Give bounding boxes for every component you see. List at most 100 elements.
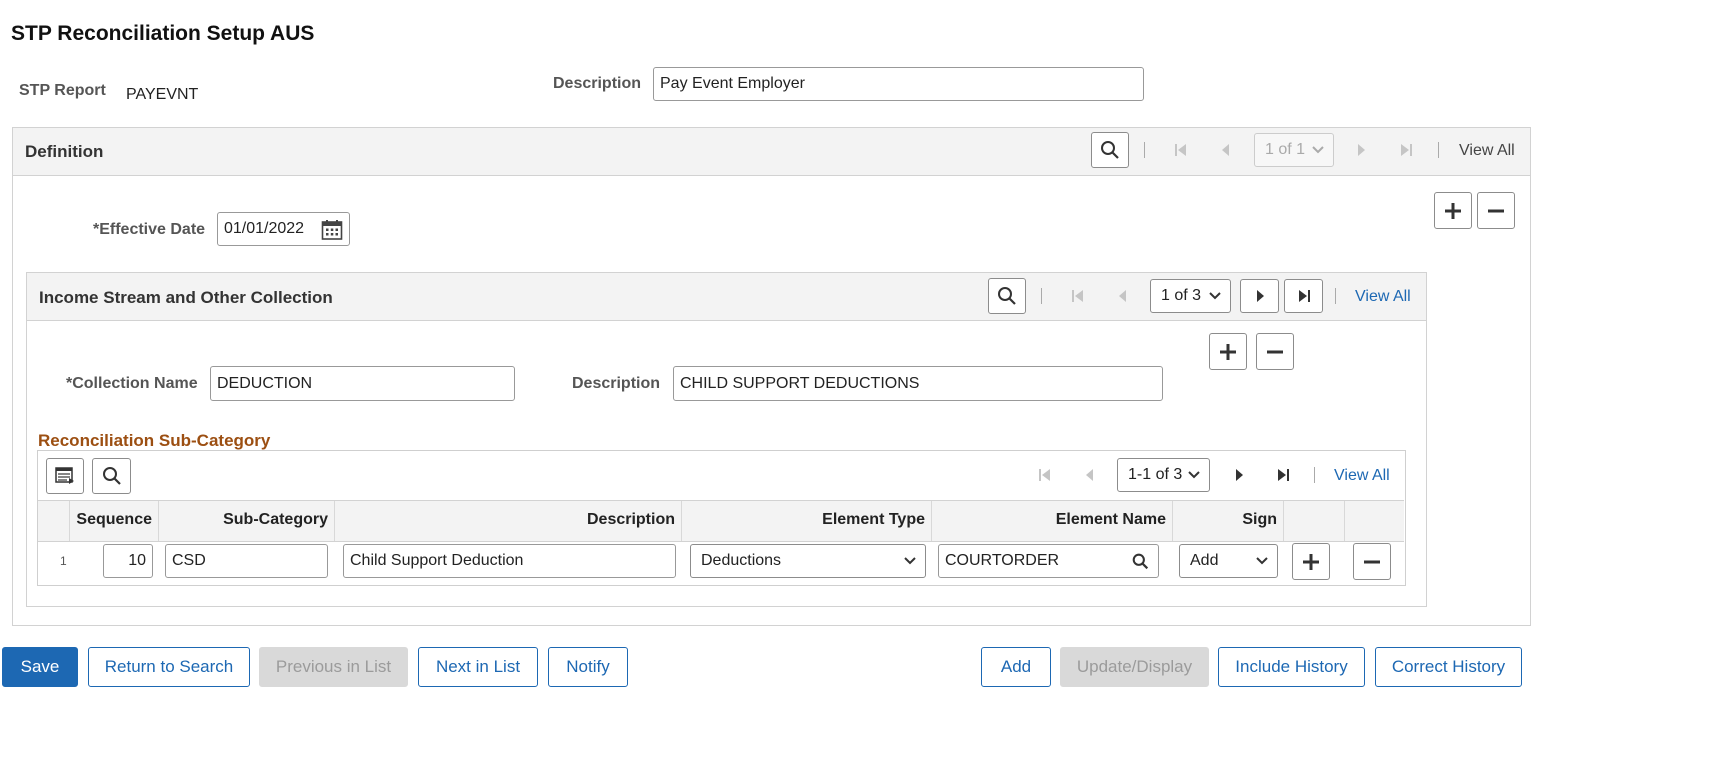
- chevron-down-icon: [1209, 292, 1221, 300]
- calendar-icon[interactable]: [321, 219, 343, 241]
- next-page-icon: [1358, 144, 1365, 156]
- update-display-button[interactable]: Update/Display: [1060, 647, 1209, 687]
- column-header-description: Description: [335, 501, 682, 541]
- row-description-field[interactable]: Child Support Deduction: [343, 544, 676, 578]
- column-header-row-number: [38, 501, 70, 541]
- row-number: 1: [60, 554, 67, 568]
- next-in-list-button[interactable]: Next in List: [418, 647, 538, 687]
- search-icon: [998, 287, 1016, 305]
- divider: [1144, 142, 1145, 158]
- grid-pager-select[interactable]: 1-1 of 3: [1117, 458, 1210, 492]
- previous-page-icon: [1086, 469, 1093, 481]
- collection-name-label: *Collection Name: [66, 375, 198, 392]
- column-header-sequence: Sequence: [70, 501, 159, 541]
- chevron-down-icon: [1188, 471, 1200, 479]
- chevron-down-icon: [1312, 146, 1324, 154]
- collection-description-value: CHILD SUPPORT DEDUCTIONS: [680, 374, 920, 392]
- effective-date-label: *Effective Date: [93, 221, 206, 238]
- last-page-icon[interactable]: [1273, 465, 1293, 485]
- last-page-icon: [1298, 290, 1310, 302]
- table-settings-icon: [55, 467, 74, 484]
- first-page-icon: [1072, 290, 1083, 302]
- previous-page-icon: [1222, 144, 1229, 156]
- collection-next-button[interactable]: [1240, 279, 1279, 313]
- minus-icon: [1364, 560, 1380, 563]
- plus-icon: [1303, 553, 1319, 570]
- sub-category-field[interactable]: CSD: [165, 544, 328, 578]
- page-title: STP Reconciliation Setup AUS: [11, 22, 315, 45]
- lookup-search-icon[interactable]: [1132, 553, 1149, 570]
- grid-add-row-button[interactable]: [1292, 543, 1330, 580]
- column-header-add: [1284, 501, 1345, 541]
- column-header-sign: Sign: [1173, 501, 1284, 541]
- grid-personalize-button[interactable]: [46, 458, 84, 494]
- add-button[interactable]: Add: [981, 647, 1051, 687]
- element-type-value: Deductions: [701, 552, 782, 569]
- effective-date-field[interactable]: 01/01/2022: [217, 212, 350, 246]
- collection-view-all-link[interactable]: View All: [1355, 288, 1411, 306]
- divider: [1335, 288, 1336, 304]
- chevron-down-icon: [904, 557, 916, 565]
- correct-history-button[interactable]: Correct History: [1375, 647, 1522, 687]
- sign-select[interactable]: Add: [1179, 544, 1278, 578]
- row-description-value: Child Support Deduction: [350, 552, 524, 569]
- divider: [1041, 288, 1042, 304]
- element-name-field[interactable]: COURTORDER: [938, 544, 1159, 578]
- column-header-element-name: Element Name: [932, 501, 1173, 541]
- sub-category-value: CSD: [172, 552, 206, 569]
- collection-name-value: DEDUCTION: [217, 374, 313, 392]
- previous-page-icon: [1119, 290, 1126, 302]
- plus-icon: [1220, 343, 1236, 360]
- collection-name-field[interactable]: DEDUCTION: [210, 366, 515, 401]
- plus-icon: [1445, 202, 1461, 219]
- search-icon: [102, 467, 121, 485]
- sign-value: Add: [1190, 552, 1219, 569]
- definition-search-button[interactable]: [1091, 132, 1129, 168]
- notify-button[interactable]: Notify: [548, 647, 628, 687]
- collection-description-label: Description: [572, 375, 661, 392]
- definition-delete-row-button[interactable]: [1477, 192, 1515, 229]
- collection-add-row-button[interactable]: [1209, 333, 1247, 370]
- effective-date-value: 01/01/2022: [224, 220, 305, 237]
- definition-pager-select[interactable]: 1 of 1: [1254, 133, 1334, 167]
- column-header-element-type: Element Type: [682, 501, 932, 541]
- element-name-value: COURTORDER: [945, 552, 1060, 569]
- definition-pager-value: 1 of 1: [1265, 141, 1306, 158]
- sequence-value: 10: [128, 552, 146, 569]
- subcategory-title: Reconciliation Sub-Category: [38, 431, 271, 450]
- description-field[interactable]: Pay Event Employer: [653, 67, 1144, 101]
- divider: [1438, 142, 1439, 158]
- stp-report-label: STP Report: [19, 82, 106, 99]
- column-header-delete: [1345, 501, 1404, 541]
- definition-add-row-button[interactable]: [1434, 192, 1472, 229]
- element-type-select[interactable]: Deductions: [690, 544, 926, 578]
- grid-view-all-link[interactable]: View All: [1334, 467, 1390, 485]
- chevron-down-icon: [1256, 557, 1268, 565]
- minus-icon: [1488, 209, 1504, 212]
- column-header-sub-category: Sub-Category: [159, 501, 335, 541]
- include-history-button[interactable]: Include History: [1218, 647, 1365, 687]
- next-page-icon[interactable]: [1229, 465, 1249, 485]
- grid-delete-row-button[interactable]: [1353, 543, 1391, 580]
- first-page-icon: [1175, 144, 1186, 156]
- collection-title: Income Stream and Other Collection: [39, 288, 333, 307]
- collection-last-button[interactable]: [1284, 279, 1323, 313]
- divider: [1314, 467, 1315, 483]
- next-page-icon: [1256, 290, 1264, 302]
- collection-pager-select[interactable]: 1 of 3: [1150, 279, 1231, 313]
- sequence-field[interactable]: 10: [103, 544, 153, 578]
- save-button[interactable]: Save: [2, 647, 78, 687]
- description-label: Description: [553, 75, 642, 92]
- minus-icon: [1267, 350, 1283, 353]
- return-to-search-button[interactable]: Return to Search: [88, 647, 250, 687]
- first-page-icon: [1039, 469, 1050, 481]
- grid-header-row: Sequence Sub-Category Description Elemen…: [38, 500, 1404, 542]
- collection-pager-value: 1 of 3: [1161, 287, 1202, 304]
- definition-view-all: View All: [1459, 142, 1515, 159]
- collection-description-field[interactable]: CHILD SUPPORT DEDUCTIONS: [673, 366, 1163, 401]
- previous-in-list-button[interactable]: Previous in List: [259, 647, 408, 687]
- collection-search-button[interactable]: [988, 278, 1026, 314]
- search-icon: [1101, 141, 1119, 159]
- grid-search-button[interactable]: [92, 458, 131, 494]
- collection-delete-row-button[interactable]: [1256, 333, 1294, 370]
